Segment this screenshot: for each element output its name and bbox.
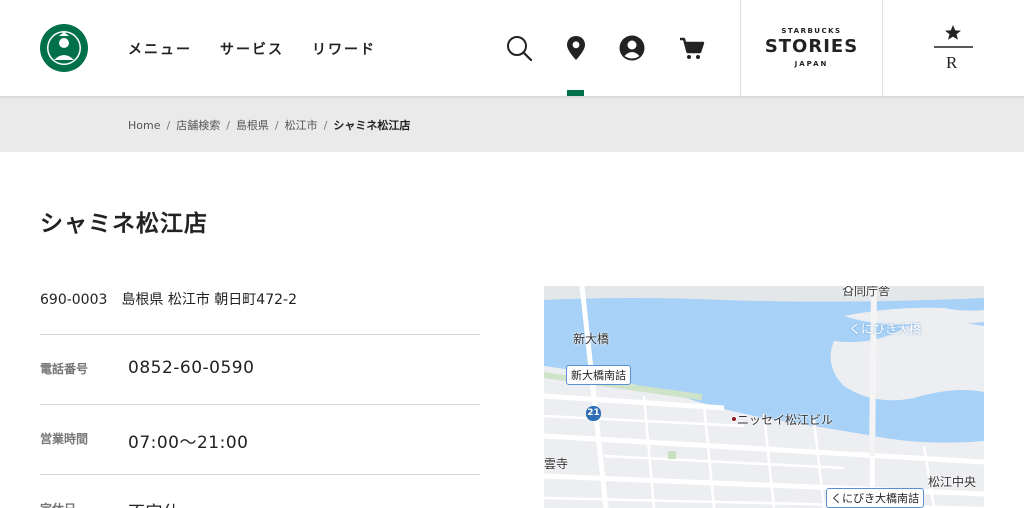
divider [40, 334, 480, 335]
breadcrumb-city[interactable]: 松江市 [285, 119, 318, 132]
breadcrumb-separator: / [226, 119, 230, 132]
closed-days-value: 不定休 [128, 498, 181, 508]
active-indicator [567, 90, 584, 96]
breadcrumb-bar: Home / 店舗検索 / 島根県 / 松江市 / シャミネ松江店 [0, 96, 1024, 152]
starbucks-logo[interactable] [40, 24, 88, 72]
nav-menu[interactable]: メニュー [128, 39, 192, 59]
hours-label: 営業時間 [40, 432, 89, 446]
breadcrumb-separator: / [166, 119, 171, 132]
map-label-nissay-building: ニッセイ松江ビル [737, 413, 834, 427]
hours-value: 07:00〜21:00 [128, 433, 249, 453]
map-pin-icon [731, 416, 737, 422]
nav-rewards[interactable]: リワード [312, 39, 376, 59]
stories-bottom-text: JAPAN [794, 60, 829, 68]
map-label-temple: 雲寺 [544, 457, 569, 471]
closed-days-label: 定休日 [40, 500, 76, 508]
search-icon[interactable] [505, 34, 533, 62]
breadcrumb-prefecture[interactable]: 島根県 [236, 119, 269, 132]
stories-top-text: STARBUCKS [781, 27, 842, 35]
phone-label: 電話番号 [40, 362, 89, 376]
divider [40, 474, 480, 475]
route-21-badge: 21 [586, 406, 601, 421]
reserve-mark-text: R [946, 53, 958, 72]
nav-services[interactable]: サービス [220, 39, 284, 59]
divider [40, 404, 480, 405]
store-map[interactable]: 合同庁舎 新大橋 くにびき大橋 ニッセイ松江ビル 雲寺 松江中央 [544, 286, 984, 508]
breadcrumb-separator: / [323, 119, 328, 132]
phone-value[interactable]: 0852-60-0590 [128, 358, 254, 378]
map-label-matsue-chuo: 松江中央 [928, 475, 977, 489]
map-poi-dot-icon [845, 286, 852, 293]
location-pin-icon[interactable] [562, 34, 590, 62]
breadcrumb: Home / 店舗検索 / 島根県 / 松江市 / シャミネ松江店 [128, 117, 410, 133]
map-label-shin-ohashi: 新大橋 [573, 332, 610, 346]
stories-main-text: STORIES [764, 36, 859, 57]
site-header: メニュー サービス リワード STARBUCKS STORIES JAPAN R [0, 0, 1024, 96]
address-text: 島根県 松江市 朝日町472-2 [121, 292, 297, 308]
cart-icon[interactable] [678, 34, 706, 62]
starbucks-stories-link[interactable]: STARBUCKS STORIES JAPAN [741, 0, 882, 96]
map-badge-kunibiki-minamizume: くにびき大橋南詰 [826, 488, 924, 508]
breadcrumb-home[interactable]: Home [128, 119, 160, 132]
map-badge-shin-ohashi-minamizume: 新大橋南詰 [566, 365, 631, 385]
map-label-kunibiki-ohashi: くにびき大橋 [849, 322, 922, 336]
account-icon[interactable] [618, 34, 646, 62]
store-address: 690-0003 島根県 松江市 朝日町472-2 [40, 289, 297, 309]
zip-code: 690-0003 [40, 292, 108, 308]
page-title: シャミネ松江店 [40, 211, 208, 237]
reserve-star-icon [934, 25, 973, 48]
breadcrumb-current: シャミネ松江店 [333, 119, 411, 132]
reserve-link[interactable]: R [883, 0, 1024, 96]
breadcrumb-separator: / [274, 119, 279, 132]
breadcrumb-store-search[interactable]: 店舗検索 [176, 119, 220, 132]
